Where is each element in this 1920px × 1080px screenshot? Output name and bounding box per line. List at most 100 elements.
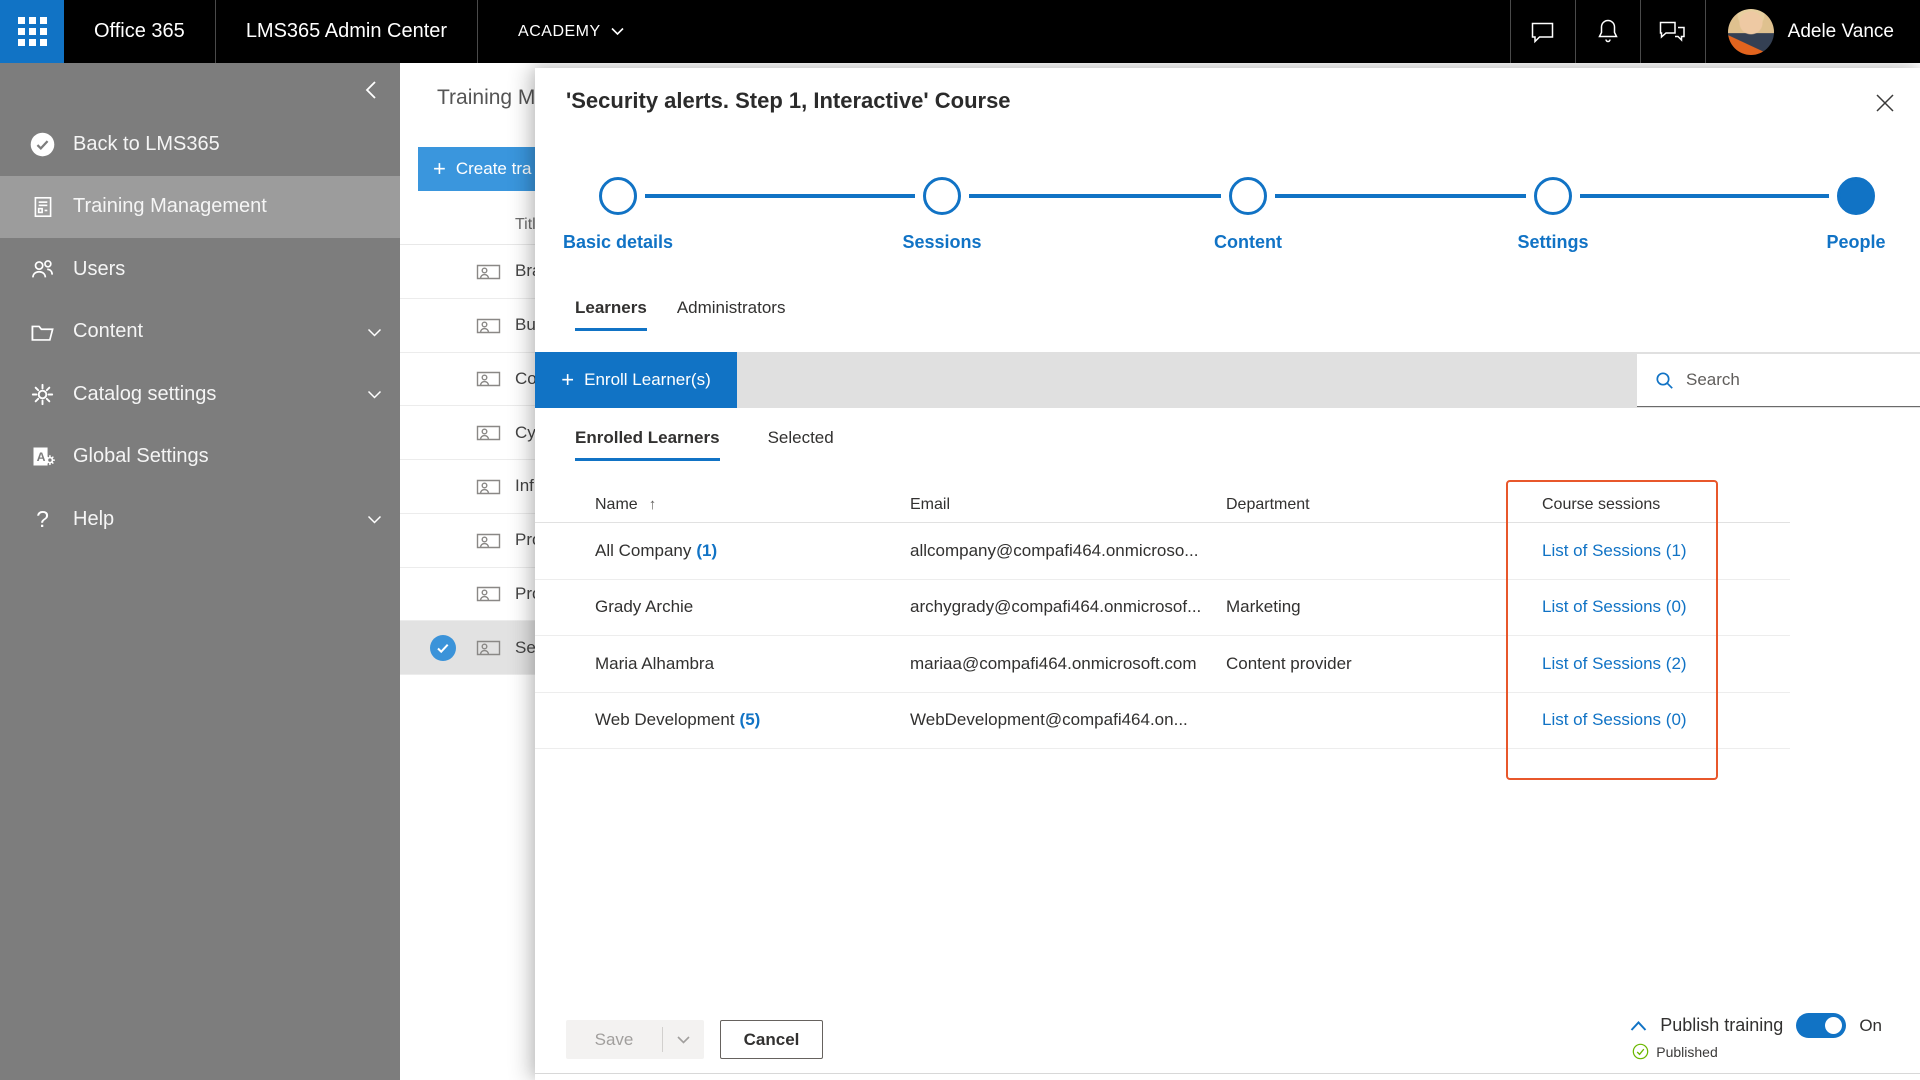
contact-card-icon <box>475 636 502 659</box>
sidebar-item-label: Users <box>73 257 126 280</box>
contact-card-icon <box>475 475 502 498</box>
published-check-icon <box>1632 1043 1649 1060</box>
gear-icon <box>29 381 56 408</box>
publish-status: Published <box>1632 1043 1718 1060</box>
app-launcher-icon <box>17 17 47 46</box>
page-title: Training M <box>437 86 536 109</box>
enroll-learners-button[interactable]: Enroll Learner(s) <box>535 352 737 408</box>
notifications-button[interactable] <box>1576 0 1640 63</box>
chat-icon <box>1531 22 1554 43</box>
save-split-button[interactable]: Save <box>566 1020 704 1059</box>
sidebar-nav: Back to LMS365 Training Management Users… <box>0 113 400 551</box>
sidebar-collapse-button[interactable] <box>356 75 386 105</box>
column-header-course-sessions: Course sessions <box>1542 496 1661 513</box>
training-title: Bu <box>515 315 536 335</box>
sidebar-item-back-to-lms365[interactable]: Back to LMS365 <box>0 113 400 176</box>
sidebar-item-global-settings[interactable]: A Global Settings <box>0 426 400 489</box>
column-header-name[interactable]: Name <box>595 496 910 514</box>
contact-card-icon <box>475 260 502 283</box>
app-settings-icon: A <box>29 443 56 470</box>
sidebar-item-label: Global Settings <box>73 445 209 468</box>
chat-button[interactable] <box>1511 0 1575 63</box>
feedback-icon <box>1659 21 1685 42</box>
office-365-link[interactable]: Office 365 <box>64 0 215 63</box>
step-content[interactable] <box>1229 177 1267 215</box>
user-name[interactable]: Adele Vance <box>1774 21 1920 43</box>
contact-card-icon <box>475 582 502 605</box>
check-circle-icon <box>29 131 56 158</box>
contact-card-icon <box>475 314 502 337</box>
feedback-button[interactable] <box>1641 0 1705 63</box>
report-icon <box>29 193 56 220</box>
search-icon <box>1656 371 1673 389</box>
step-label[interactable]: Content <box>1163 232 1333 253</box>
app-launcher-button[interactable] <box>0 0 64 63</box>
dialog-title: 'Security alerts. Step 1, Interactive' C… <box>566 88 1011 113</box>
dialog-bottom-border <box>535 1073 1920 1074</box>
step-label[interactable]: Basic details <box>533 232 703 253</box>
close-button[interactable] <box>1872 90 1898 116</box>
list-of-sessions-link[interactable]: List of Sessions (1) <box>1542 541 1687 560</box>
tab-administrators[interactable]: Administrators <box>677 298 786 331</box>
learner-row[interactable]: All Company (1) allcompany@compafi464.onm… <box>535 523 1790 580</box>
selected-check-icon[interactable] <box>430 634 456 661</box>
cancel-button[interactable]: Cancel <box>720 1020 823 1059</box>
step-label[interactable]: Settings <box>1468 232 1638 253</box>
search-input[interactable] <box>1686 370 1886 390</box>
learner-row[interactable]: Maria Alhambra mariaa@compafi464.onmicro… <box>535 636 1790 693</box>
contact-card-icon <box>475 529 502 552</box>
chevron-left-icon <box>365 81 376 99</box>
tenant-dropdown[interactable]: ACADEMY <box>478 0 644 63</box>
learner-row[interactable]: Grady Archie archygrady@compafi464.onmic… <box>535 580 1790 636</box>
learner-email: archygrady@compafi464.onmicrosof... <box>910 597 1202 617</box>
contact-card-icon <box>475 367 502 390</box>
chevron-down-icon <box>677 1035 690 1044</box>
people-tabs: Learners Administrators <box>575 298 785 331</box>
tenant-label: ACADEMY <box>518 22 601 40</box>
member-count: (5) <box>739 710 761 730</box>
sidebar-item-label: Content <box>73 320 144 343</box>
learner-email: allcompany@compafi464.onmicroso... <box>910 540 1199 560</box>
sidebar-item-training-management[interactable]: Training Management <box>0 175 400 238</box>
chevron-up-icon[interactable] <box>1630 1020 1647 1031</box>
step-label[interactable]: Sessions <box>857 232 1027 253</box>
learner-name: All Company <box>595 540 692 560</box>
bell-icon <box>1597 19 1618 43</box>
subtab-selected[interactable]: Selected <box>768 428 834 461</box>
training-title: Co <box>515 368 537 388</box>
learner-row[interactable]: Web Development (5) WebDevelopment@compaf… <box>535 693 1790 749</box>
step-connector <box>645 194 915 198</box>
table-header: Name Email Department Course sessions <box>535 488 1790 523</box>
learner-department: Marketing <box>1226 597 1301 617</box>
column-header-department: Department <box>1226 496 1310 513</box>
training-title: Se <box>515 637 536 657</box>
plus-icon <box>561 369 574 392</box>
step-people-current[interactable] <box>1837 177 1875 215</box>
step-label[interactable]: People <box>1771 232 1920 253</box>
save-button[interactable]: Save <box>566 1030 662 1050</box>
svg-text:A: A <box>37 450 46 464</box>
tab-learners[interactable]: Learners <box>575 298 647 331</box>
learner-name: Maria Alhambra <box>595 653 715 673</box>
subtab-enrolled-learners[interactable]: Enrolled Learners <box>575 428 720 461</box>
step-sessions[interactable] <box>923 177 961 215</box>
sort-ascending-icon <box>643 496 657 514</box>
training-title: Cy <box>515 422 536 442</box>
contact-card-icon <box>475 421 502 444</box>
step-basic-details[interactable] <box>599 177 637 215</box>
admin-center-title: LMS365 Admin Center <box>245 20 448 42</box>
sidebar-item-catalog-settings[interactable]: Catalog settings <box>0 363 400 426</box>
sidebar-item-help[interactable]: ? Help <box>0 488 400 551</box>
list-of-sessions-link[interactable]: List of Sessions (0) <box>1542 710 1687 729</box>
sidebar-item-users[interactable]: Users <box>0 238 400 301</box>
save-menu-button[interactable] <box>663 1035 704 1044</box>
list-of-sessions-link[interactable]: List of Sessions (0) <box>1542 597 1687 616</box>
step-settings[interactable] <box>1534 177 1572 215</box>
user-avatar[interactable] <box>1727 8 1774 55</box>
publish-toggle[interactable] <box>1796 1013 1847 1038</box>
publish-panel: Publish training On Published <box>1630 1013 1882 1060</box>
learner-department: Content provider <box>1226 653 1352 673</box>
enrolled-learners-table: Name Email Department Course sessions Al… <box>535 488 1790 749</box>
sidebar-item-content[interactable]: Content <box>0 301 400 364</box>
list-of-sessions-link[interactable]: List of Sessions (2) <box>1542 654 1687 673</box>
